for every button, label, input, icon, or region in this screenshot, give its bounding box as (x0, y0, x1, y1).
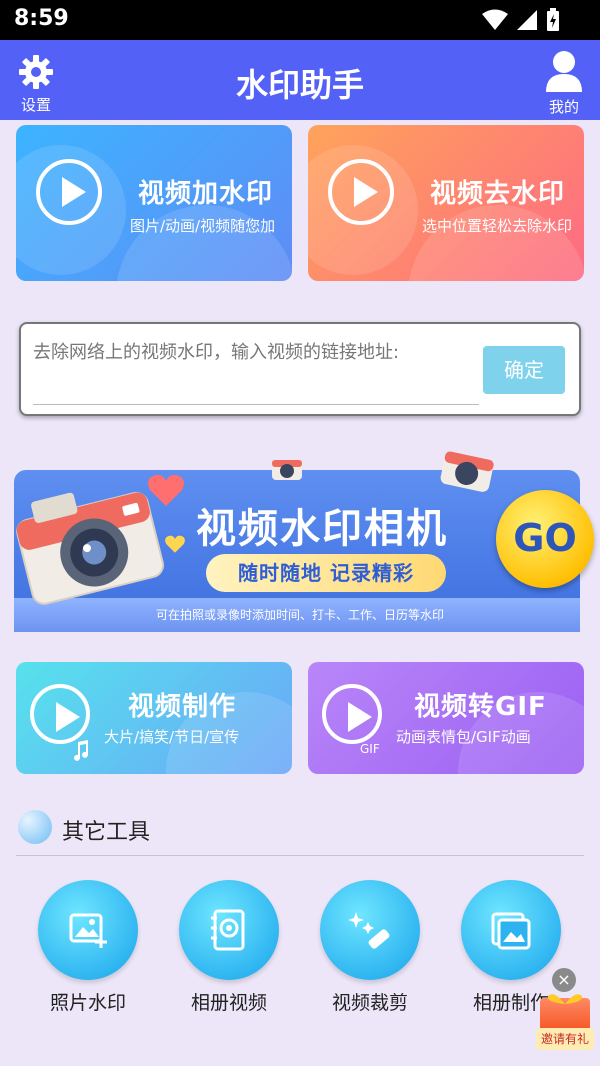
play-icon (322, 684, 382, 744)
small-camera-icon (272, 460, 302, 480)
invite-gift-widget[interactable]: × 邀请有礼 (534, 964, 594, 1054)
video-gif-subtitle: 动画表情包/GIF动画 (396, 728, 531, 746)
status-time: 8:59 (14, 6, 69, 31)
banner-tagline: 随时随地 记录精彩 (206, 554, 446, 592)
link-input-panel: 去除网络上的视频水印，输入视频的链接地址: 确定 (19, 322, 581, 416)
gift-bow-icon (547, 994, 583, 1004)
banner-footnote: 可在拍照或录像时添加时间、打卡、工作、日历等水印 (155, 608, 444, 622)
input-underline (33, 404, 479, 405)
tool-photo-watermark[interactable]: 照片水印 (28, 880, 148, 1015)
close-icon[interactable]: × (552, 968, 576, 992)
album-video-icon (179, 880, 279, 980)
small-camera-icon (440, 451, 494, 492)
status-bar: 8:59 (0, 0, 600, 40)
video-gif-title: 视频转GIF (414, 692, 547, 722)
video-crop-icon (320, 880, 420, 980)
profile-button[interactable]: 我的 (542, 50, 586, 117)
tool-video-crop[interactable]: 视频裁剪 (310, 880, 430, 1015)
go-label: GO (513, 516, 577, 560)
app-bar: 设置 水印助手 我的 (0, 40, 600, 120)
link-input[interactable]: 去除网络上的视频水印，输入视频的链接地址: (33, 338, 399, 364)
tool-album-video[interactable]: 相册视频 (169, 880, 289, 1015)
remove-watermark-title: 视频去水印 (430, 179, 566, 209)
add-watermark-subtitle: 图片/动画/视频随您加 (130, 217, 276, 235)
wifi-icon (482, 9, 508, 30)
add-watermark-title: 视频加水印 (138, 179, 274, 209)
invite-label: 邀请有礼 (536, 1028, 594, 1050)
signal-icon (517, 10, 537, 30)
tool-label: 相册视频 (190, 992, 267, 1014)
gif-badge: GIF (360, 742, 380, 756)
play-icon (36, 159, 102, 225)
add-watermark-card[interactable]: 视频加水印 图片/动画/视频随您加 (16, 125, 292, 281)
heart-icon (165, 535, 185, 553)
video-gif-card[interactable]: GIF 视频转GIF 动画表情包/GIF动画 (308, 662, 584, 774)
user-icon (546, 51, 582, 92)
play-icon (30, 684, 90, 744)
camera-icon (16, 491, 164, 605)
app-title: 水印助手 (235, 66, 364, 104)
other-tools-title: 其它工具 (62, 820, 151, 845)
watermark-camera-banner[interactable]: 可在拍照或录像时添加时间、打卡、工作、日历等水印 视频水印相机 随时随地 记录精… (0, 438, 600, 636)
remove-watermark-card[interactable]: 视频去水印 选中位置轻松去除水印 (308, 125, 584, 281)
section-dot-icon (18, 810, 52, 844)
other-tools-header: 其它工具 (16, 808, 584, 856)
battery-icon (547, 8, 559, 31)
remove-watermark-subtitle: 选中位置轻松去除水印 (422, 217, 573, 235)
video-make-card[interactable]: 视频制作 大片/搞笑/节日/宣传 (16, 662, 292, 774)
video-make-title: 视频制作 (128, 692, 237, 722)
photo-watermark-icon (38, 880, 138, 980)
tool-label: 视频裁剪 (331, 992, 408, 1014)
music-note-icon (74, 740, 88, 761)
go-button[interactable]: GO (496, 490, 594, 588)
heart-icon (148, 474, 184, 506)
banner-headline: 视频水印相机 (196, 506, 448, 552)
status-icons (482, 8, 560, 32)
profile-label: 我的 (548, 98, 579, 116)
play-icon (328, 159, 394, 225)
confirm-button[interactable]: 确定 (483, 346, 565, 394)
video-make-subtitle: 大片/搞笑/节日/宣传 (104, 728, 240, 746)
tool-label: 照片水印 (49, 992, 126, 1014)
